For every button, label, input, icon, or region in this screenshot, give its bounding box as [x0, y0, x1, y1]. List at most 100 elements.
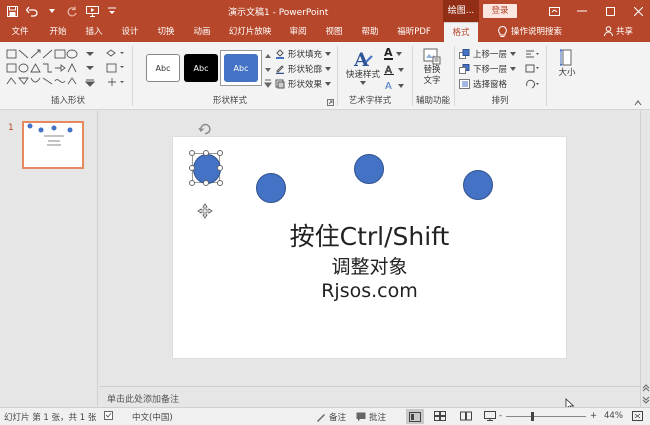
zoom-in-button[interactable]: + [590, 411, 597, 421]
resize-handle-left[interactable] [189, 165, 195, 171]
resize-handle-bottom[interactable] [203, 180, 209, 186]
shape-style-white[interactable]: Abc [146, 54, 180, 82]
chevron-shape-icon[interactable] [67, 62, 77, 73]
send-backward-button[interactable]: 下移一层 [459, 63, 517, 75]
save-icon[interactable] [4, 3, 20, 19]
ribbon-display-options-icon[interactable] [546, 3, 562, 19]
bring-forward-button[interactable]: 上移一层 [459, 48, 517, 60]
notes-pane[interactable]: 单击此处添加备注 [99, 386, 640, 407]
tab-review[interactable]: 审阅 [284, 22, 312, 42]
slide-subtitle-text[interactable]: 调整对象 [173, 252, 566, 279]
style-gallery-scroll[interactable] [264, 50, 272, 90]
circle-shape[interactable] [256, 173, 286, 203]
curve-shape-icon[interactable] [30, 77, 41, 83]
slide-url-text[interactable]: Rjsos.com [173, 280, 566, 302]
comments-button[interactable]: 批注 [356, 411, 386, 423]
shape-style-black[interactable]: Abc [184, 54, 218, 82]
quick-styles-button[interactable]: A 快速样式 [343, 48, 383, 85]
dialog-launcher-icon[interactable] [327, 99, 334, 106]
reading-view-button[interactable] [460, 411, 472, 421]
tab-file[interactable]: 文件 [6, 22, 34, 42]
zoom-out-button[interactable]: - [499, 411, 502, 421]
vertical-scrollbar[interactable] [640, 111, 650, 407]
language-status[interactable]: 中文(中国) [132, 411, 173, 423]
notes-button[interactable]: 备注 [316, 411, 346, 423]
undo-icon[interactable] [24, 3, 40, 19]
close-icon[interactable] [630, 3, 646, 19]
slide-show-button[interactable] [484, 411, 496, 421]
share-button[interactable]: 共享 [604, 25, 633, 37]
customize-qat-icon[interactable] [104, 3, 120, 19]
tab-format[interactable]: 格式 [444, 22, 478, 42]
circle-shape[interactable] [354, 154, 384, 184]
tab-slide-show[interactable]: 幻灯片放映 [224, 22, 276, 42]
star-shape-icon[interactable] [67, 77, 77, 85]
spelling-status[interactable] [104, 411, 115, 421]
oval-shape-icon[interactable] [66, 49, 78, 59]
line-shape-icon[interactable] [42, 77, 53, 85]
rectangle-shape-icon[interactable] [6, 63, 17, 73]
line-shape-icon[interactable] [18, 49, 29, 59]
shape-fill-button[interactable]: 形状填充 [275, 48, 332, 60]
text-outline-button[interactable]: A [384, 64, 404, 75]
slide-title-text[interactable]: 按住Ctrl/Shift [173, 217, 566, 253]
resize-handle-bottom-left[interactable] [189, 180, 195, 186]
resize-handle-top[interactable] [203, 150, 209, 156]
zoom-slider-thumb[interactable] [531, 412, 534, 421]
merge-shapes-icon[interactable] [108, 78, 116, 86]
edit-shape-tools[interactable] [104, 48, 128, 92]
size-button[interactable]: 大小 [553, 48, 581, 79]
tab-design[interactable]: 设计 [116, 22, 144, 42]
tab-foxit-pdf[interactable]: 福昕PDF [392, 22, 436, 42]
current-slide[interactable]: 按住Ctrl/Shift 调整对象 Rjsos.com [173, 123, 566, 358]
chevron-down-icon[interactable] [44, 3, 60, 19]
fit-to-window-button[interactable] [632, 411, 643, 421]
shape-effects-button[interactable]: 形状效果 [275, 78, 332, 90]
start-from-beginning-icon[interactable] [84, 3, 100, 19]
tab-animations[interactable]: 动画 [188, 22, 216, 42]
arrow-shape-icon[interactable] [30, 49, 41, 59]
resize-handle-top-left[interactable] [189, 150, 195, 156]
bracket-shape-icon[interactable] [6, 77, 17, 85]
maximize-icon[interactable] [602, 3, 618, 19]
resize-handle-bottom-right[interactable] [217, 180, 223, 186]
resize-handle-top-right[interactable] [217, 150, 223, 156]
text-effects-button[interactable]: A [384, 80, 404, 91]
rotate-handle-icon[interactable] [197, 121, 213, 137]
chevron-down-icon[interactable] [86, 52, 94, 56]
shape-gallery[interactable] [6, 48, 102, 90]
shape-style-blue[interactable]: Abc [224, 54, 258, 82]
textbox-icon[interactable] [106, 63, 117, 73]
login-button[interactable]: 登录 [483, 4, 517, 18]
tab-help[interactable]: 帮助 [356, 22, 384, 42]
right-arrow-shape-icon[interactable] [55, 64, 66, 72]
line-shape-icon[interactable] [42, 49, 53, 59]
more-icon[interactable] [84, 79, 96, 87]
oval-shape-icon[interactable] [18, 63, 29, 73]
selection-pane-button[interactable]: 选择窗格 [459, 78, 507, 90]
text-fill-button[interactable]: A [384, 47, 402, 60]
tab-transitions[interactable]: 切换 [152, 22, 180, 42]
slide-thumbnail[interactable] [22, 121, 84, 169]
tab-home[interactable]: 开始 [44, 22, 72, 42]
shape-outline-button[interactable]: 形状轮廓 [275, 63, 332, 75]
alt-text-button[interactable]: 替换 文字 [416, 47, 448, 87]
resize-handle-right[interactable] [217, 165, 223, 171]
align-group-rotate-tools[interactable] [524, 48, 540, 92]
textbox-shape-icon[interactable] [6, 49, 17, 59]
flowchart-shape-icon[interactable] [18, 77, 29, 85]
connector-shape-icon[interactable] [43, 63, 52, 73]
chevron-down-icon[interactable] [86, 66, 94, 70]
freeform-shape-icon[interactable] [54, 79, 66, 83]
tab-insert[interactable]: 插入 [80, 22, 108, 42]
triangle-shape-icon[interactable] [30, 63, 41, 73]
redo-icon[interactable] [64, 3, 80, 19]
slide-editing-canvas[interactable]: 按住Ctrl/Shift 调整对象 Rjsos.com [99, 111, 640, 386]
rectangle-shape-icon[interactable] [54, 49, 66, 59]
edit-shape-icon[interactable] [106, 49, 116, 57]
zoom-slider-track[interactable] [506, 416, 586, 417]
normal-view-button[interactable] [406, 409, 424, 424]
circle-shape[interactable] [463, 170, 493, 200]
tell-me-search[interactable]: 操作说明搜索 [498, 25, 562, 37]
minimize-icon[interactable] [574, 3, 590, 19]
